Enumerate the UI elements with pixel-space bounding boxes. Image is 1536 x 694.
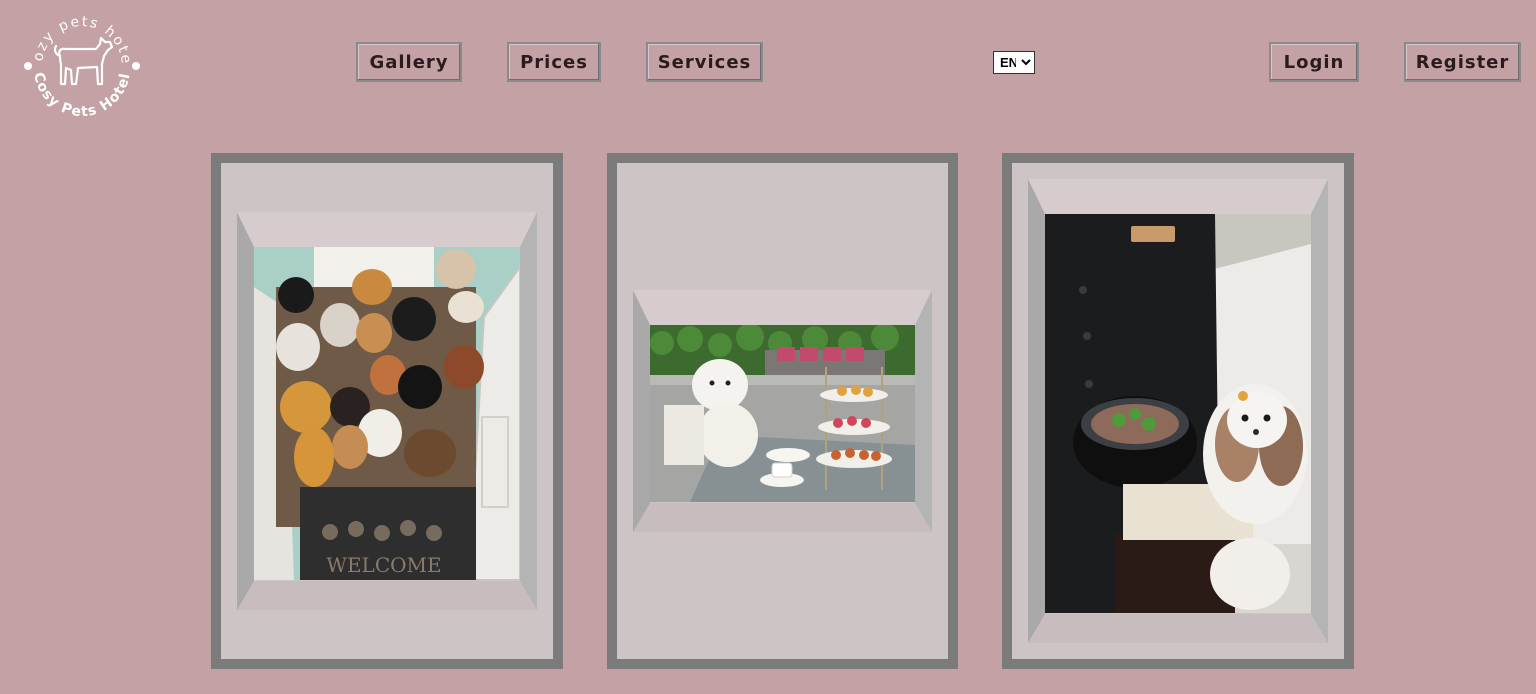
logo-top-text: cozy pets hotel [15,0,132,66]
gallery-card-frame [1012,163,1344,659]
poodle-tea-photo[interactable] [650,325,915,502]
gallery-button[interactable]: Gallery [356,42,462,82]
page: cozy pets hotel Cosy Pets Hotel Gallery … [0,0,1536,694]
prices-button[interactable]: Prices [507,42,601,82]
welcome-mat-text: WELCOME [326,553,441,577]
poodle-tea-image [650,325,915,502]
gallery-card-1[interactable]: WELCOME [211,153,563,669]
hotel-logo[interactable]: cozy pets hotel Cosy Pets Hotel [15,0,144,128]
logo-bottom-text: Cosy Pets Hotel [30,71,133,120]
dogs-group-image: WELCOME [254,247,520,580]
gallery-card-frame [617,163,948,659]
dog-icon [53,36,114,86]
logo-badge: cozy pets hotel Cosy Pets Hotel [15,0,140,120]
gallery-card-frame: WELCOME [221,163,553,659]
register-button[interactable]: Register [1404,42,1521,82]
shihtzu-image [1045,214,1311,613]
services-button[interactable]: Services [646,42,763,82]
gallery-card-2[interactable] [607,153,958,669]
dogs-group-photo[interactable]: WELCOME [254,247,520,580]
svg-text:Cosy Pets Hotel: Cosy Pets Hotel [30,71,134,120]
language-select[interactable]: EN [993,51,1035,74]
svg-text:cozy pets hotel: cozy pets hotel [20,4,134,66]
gallery-card-3[interactable] [1002,153,1354,669]
login-button[interactable]: Login [1269,42,1359,82]
shihtzu-photo[interactable] [1045,214,1311,613]
